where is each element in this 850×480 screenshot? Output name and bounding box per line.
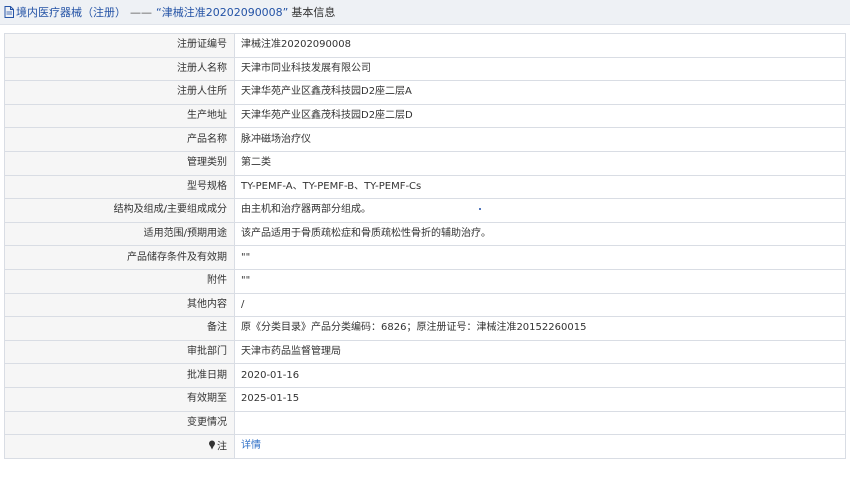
row-value: "" [234, 245, 846, 270]
note-label: 注 [217, 441, 227, 453]
table-row: 生产地址 天津华苑产业区鑫茂科技园D2座二层D [4, 103, 846, 129]
dot-mark [479, 208, 481, 211]
table-row: 审批部门 天津市药品监督管理局 [4, 339, 846, 365]
row-label: 管理类别 [4, 150, 235, 176]
row-value: 2025-01-15 [234, 386, 846, 412]
row-value: "" [234, 268, 846, 294]
row-label: 生产地址 [4, 103, 235, 129]
table-row: 变更情况 [4, 410, 846, 436]
header-suffix: 基本信息 [291, 6, 336, 19]
table-row: 产品名称 脉冲磁场治疗仪 [4, 127, 846, 152]
table-row: 型号规格 TY-PEMF-A、TY-PEMF-B、TY-PEMF-Cs [4, 174, 846, 200]
note-label-cell: 注 [4, 434, 235, 459]
row-label: 注册人名称 [4, 56, 235, 82]
row-value: 天津华苑产业区鑫茂科技园D2座二层D [234, 103, 846, 129]
row-label: 附件 [4, 268, 235, 294]
row-label: 其他内容 [4, 292, 235, 318]
table-row: 备注 原《分类目录》产品分类编码：6826；原注册证号：津械注准20152260… [4, 316, 846, 341]
row-value: 脉冲磁场治疗仪 [234, 127, 846, 152]
row-value: 该产品适用于骨质疏松症和骨质疏松性骨折的辅助治疗。 [234, 221, 846, 247]
row-value: 天津市同业科技发展有限公司 [234, 56, 846, 82]
row-label: 型号规格 [4, 174, 235, 200]
table-row: 注册证编号 津械注准20202090008 [4, 33, 846, 58]
header-category: 境内医疗器械（注册） [16, 6, 126, 19]
row-label: 变更情况 [4, 410, 235, 436]
page-header: 境内医疗器械（注册） —— “津械注准20202090008” 基本信息 [0, 0, 850, 25]
row-label: 注册人住所 [4, 80, 235, 105]
table-row: 批准日期 2020-01-16 [4, 363, 846, 388]
row-label: 批准日期 [4, 363, 235, 388]
table-row: 注册人名称 天津市同业科技发展有限公司 [4, 56, 846, 82]
table-row: 有效期至 2025-01-15 [4, 386, 846, 412]
row-label: 备注 [4, 316, 235, 341]
table-row: 适用范围/预期用途 该产品适用于骨质疏松症和骨质疏松性骨折的辅助治疗。 [4, 221, 846, 247]
row-value: 第二类 [234, 150, 846, 176]
row-label: 产品储存条件及有效期 [4, 245, 235, 270]
table-row: 结构及组成/主要组成成分 由主机和治疗器两部分组成。 [4, 198, 846, 223]
table-row-note: 注 详情 [4, 434, 846, 459]
row-value: 原《分类目录》产品分类编码：6826；原注册证号：津械注准20152260015 [234, 316, 846, 341]
pin-icon [208, 440, 216, 453]
row-value: 天津市药品监督管理局 [234, 339, 846, 365]
row-label: 审批部门 [4, 339, 235, 365]
row-value: 津械注准20202090008 [234, 33, 846, 58]
row-value: / [234, 292, 846, 318]
table-row: 管理类别 第二类 [4, 150, 846, 176]
row-label: 适用范围/预期用途 [4, 221, 235, 247]
header-title: 境内医疗器械（注册） —— “津械注准20202090008” 基本信息 [16, 4, 335, 20]
info-table: 注册证编号 津械注准20202090008 注册人名称 天津市同业科技发展有限公… [4, 33, 846, 459]
header-separator: —— [130, 6, 152, 19]
table-row: 产品储存条件及有效期 "" [4, 245, 846, 270]
row-label: 结构及组成/主要组成成分 [4, 198, 235, 223]
table-row: 注册人住所 天津华苑产业区鑫茂科技园D2座二层A [4, 80, 846, 105]
table-row: 其他内容 / [4, 292, 846, 318]
document-icon [4, 6, 14, 18]
row-value: TY-PEMF-A、TY-PEMF-B、TY-PEMF-Cs [234, 174, 846, 200]
row-value: 2020-01-16 [234, 363, 846, 388]
row-value-cell: 由主机和治疗器两部分组成。 [234, 198, 846, 223]
header-registration-number: “津械注准20202090008” [156, 6, 289, 19]
info-table-container: 注册证编号 津械注准20202090008 注册人名称 天津市同业科技发展有限公… [4, 33, 846, 459]
row-label: 注册证编号 [4, 33, 235, 58]
row-value: 由主机和治疗器两部分组成。 [241, 204, 371, 216]
details-link[interactable]: 详情 [241, 440, 261, 451]
row-label: 产品名称 [4, 127, 235, 152]
row-value: 天津华苑产业区鑫茂科技园D2座二层A [234, 80, 846, 105]
table-row: 附件 "" [4, 268, 846, 294]
row-label: 有效期至 [4, 386, 235, 412]
note-value-cell: 详情 [234, 434, 846, 459]
row-value [234, 410, 846, 436]
